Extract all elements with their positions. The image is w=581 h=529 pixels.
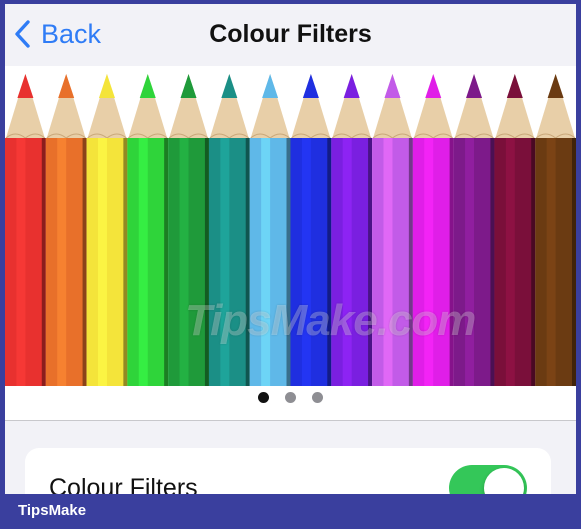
page-dot[interactable] <box>285 392 296 403</box>
brand-label: TipsMake <box>18 502 87 519</box>
colour-filters-label: Colour Filters <box>49 474 198 494</box>
page-dot[interactable] <box>258 392 269 403</box>
toggle-knob <box>484 468 524 494</box>
pencil <box>494 74 536 386</box>
preview-carousel[interactable]: TipsMake.com <box>5 66 576 421</box>
colour-filters-toggle[interactable] <box>449 465 527 494</box>
page-title: Colour Filters <box>209 20 372 48</box>
pencil <box>86 74 128 386</box>
page-indicator[interactable] <box>5 392 576 403</box>
page-dot[interactable] <box>312 392 323 403</box>
pencil <box>45 74 87 386</box>
screen: Back Colour Filters TipsMake.com Colour … <box>5 4 576 494</box>
pencil <box>535 74 576 386</box>
navigation-bar: Back Colour Filters <box>5 4 576 64</box>
pencil <box>127 74 169 386</box>
pencil <box>5 74 46 386</box>
brand-bar: TipsMake <box>0 494 581 529</box>
watermark: TipsMake.com <box>185 296 476 345</box>
settings-card: Colour Filters <box>25 448 551 494</box>
